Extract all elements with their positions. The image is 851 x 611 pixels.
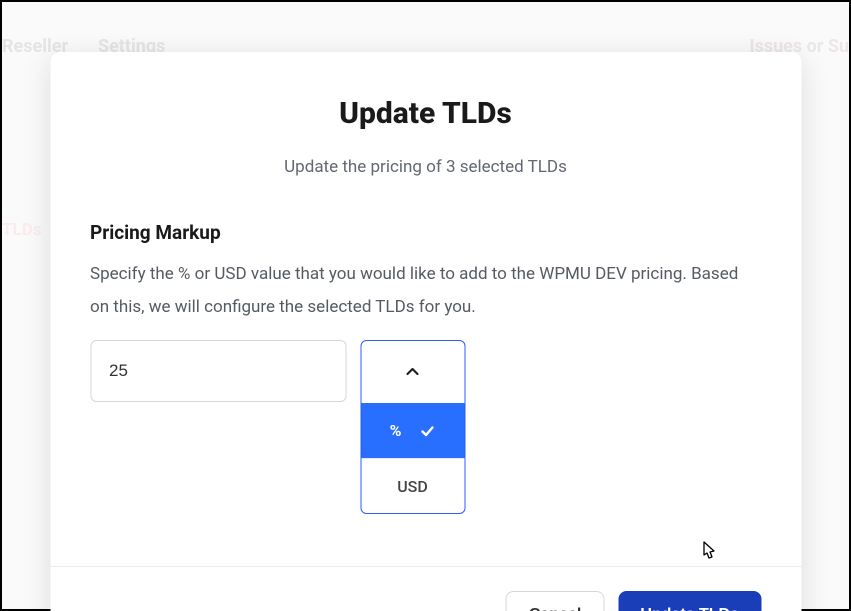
modal-body: Update TLDs Update the pricing of 3 sele… [50, 52, 801, 524]
modal-subtitle: Update the pricing of 3 selected TLDs [90, 157, 761, 177]
modal-footer: Cancel Update TLDs [50, 566, 801, 611]
modal-title: Update TLDs [90, 96, 761, 131]
update-tlds-button[interactable]: Update TLDs [618, 591, 761, 611]
check-icon [419, 423, 435, 439]
pricing-markup-desc: Specify the % or USD value that you woul… [90, 258, 761, 324]
chevron-up-icon [405, 364, 421, 380]
markup-value-input[interactable] [90, 340, 346, 402]
dropdown-option-label: USD [397, 477, 428, 496]
pricing-markup-label: Pricing Markup [90, 221, 761, 244]
dropdown-toggle[interactable] [361, 341, 464, 403]
dropdown-option-percent[interactable]: % [361, 403, 464, 458]
dropdown-option-label: % [390, 421, 402, 440]
cancel-button[interactable]: Cancel [506, 591, 604, 611]
update-tlds-modal: Update TLDs Update the pricing of 3 sele… [50, 52, 801, 611]
input-row: % USD [90, 340, 761, 514]
markup-unit-dropdown[interactable]: % USD [360, 340, 465, 514]
dropdown-option-usd[interactable]: USD [361, 458, 464, 513]
